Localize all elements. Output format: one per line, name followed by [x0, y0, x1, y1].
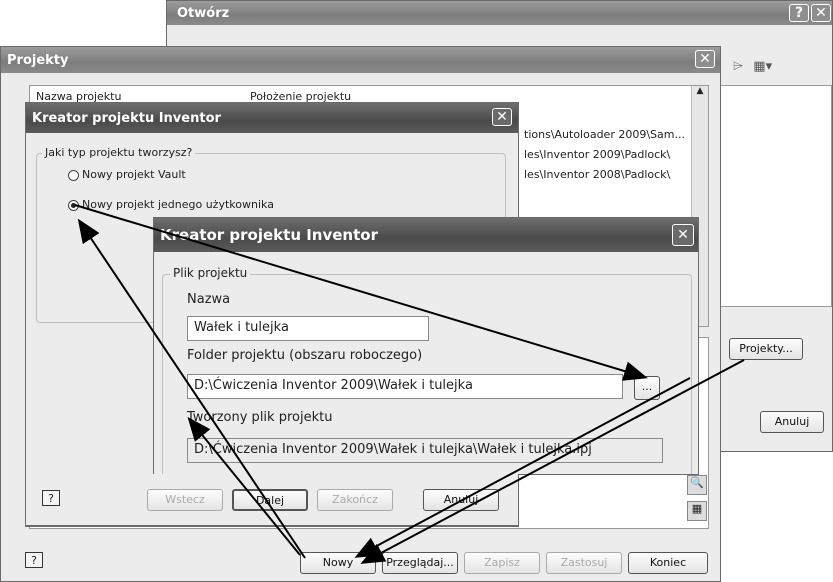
otworz-title: Otwórz [177, 5, 230, 21]
otworz-titlebar[interactable]: Otwórz [167, 1, 832, 25]
toolbar-icons: ⌲ ▦▾ [733, 59, 772, 74]
zakoncz-button[interactable]: Zakończ [317, 489, 393, 511]
project-type-legend: Jaki typ projektu tworzysz? [42, 146, 196, 159]
kreator-type-close-button[interactable]: ✕ [492, 108, 512, 126]
radio-single-user[interactable] [68, 200, 79, 211]
kreator-button-strip: ? Wstecz Dalej Zakończ Anuluj [25, 474, 519, 526]
kreator-help-button[interactable]: ? [42, 490, 60, 506]
otworz-help-button[interactable]: ? [789, 4, 809, 22]
zastosuj-button[interactable]: Zastosuj [546, 552, 622, 574]
projekty-open-button[interactable]: Projekty... [729, 338, 803, 360]
kreator-file-window: Kreator projektu Inventor ✕ Plik projekt… [153, 217, 699, 475]
file-label: Tworzony plik projektu [187, 410, 333, 425]
projekty-title: Projekty [7, 52, 69, 68]
dalej-button[interactable]: Dalej [232, 489, 308, 511]
zapisz-button[interactable]: Zapisz [464, 552, 540, 574]
folder-label: Folder projektu (obszaru roboczego) [187, 348, 423, 363]
project-location-2[interactable]: les\Inventor 2009\Padlock\ [524, 148, 670, 161]
settings-side-icon-2[interactable]: ▦ [687, 501, 707, 521]
projekty-help-button[interactable]: ? [25, 552, 43, 568]
nowy-button[interactable]: Nowy [300, 552, 376, 574]
kreator-file-close-button[interactable]: ✕ [672, 224, 694, 246]
kreator-file-titlebar[interactable]: Kreator projektu Inventor [154, 218, 698, 252]
kreator-file-title: Kreator projektu Inventor [160, 226, 378, 244]
radio-vault-label[interactable]: Nowy projekt Vault [82, 168, 186, 181]
name-label: Nazwa [187, 292, 231, 307]
przegladaj-button[interactable]: Przeglądaj... [382, 552, 458, 574]
kreator-type-title: Kreator projektu Inventor [32, 110, 221, 126]
otworz-preview-pane [718, 85, 832, 307]
otworz-cancel-button[interactable]: Anuluj [760, 411, 824, 433]
koniec-button[interactable]: Koniec [628, 552, 708, 574]
settings-side-icon-1[interactable]: 🔍 [687, 475, 707, 495]
file-output: D:\Ćwiczenia Inventor 2009\Wałek i tulej… [187, 438, 663, 463]
folder-input[interactable]: D:\Ćwiczenia Inventor 2009\Wałek i tulej… [187, 374, 623, 399]
radio-vault[interactable] [68, 170, 79, 181]
project-file-legend: Plik projektu [170, 266, 251, 280]
name-input[interactable]: Wałek i tulejka [187, 316, 429, 341]
anuluj-button[interactable]: Anuluj [423, 489, 499, 511]
otworz-close-button[interactable]: ✕ [811, 4, 831, 22]
kreator-type-titlebar[interactable]: Kreator projektu Inventor [26, 103, 518, 133]
project-location-3[interactable]: les\Inventor 2008\Padlock\ [524, 168, 670, 181]
wstecz-button[interactable]: Wstecz [147, 489, 223, 511]
new-folder-icon[interactable]: ⌲ [733, 59, 743, 74]
project-location-1[interactable]: tions\Autoloader 2009\Sam... [524, 128, 685, 141]
radio-single-user-label[interactable]: Nowy projekt jednego użytkownika [82, 198, 274, 211]
projekty-close-button[interactable]: ✕ [695, 50, 715, 68]
projekty-titlebar[interactable]: Projekty [1, 47, 720, 73]
view-menu-icon[interactable]: ▦▾ [753, 59, 772, 74]
browse-folder-button[interactable]: ... [634, 376, 660, 400]
scroll-up-icon[interactable]: ▲ [692, 86, 708, 96]
